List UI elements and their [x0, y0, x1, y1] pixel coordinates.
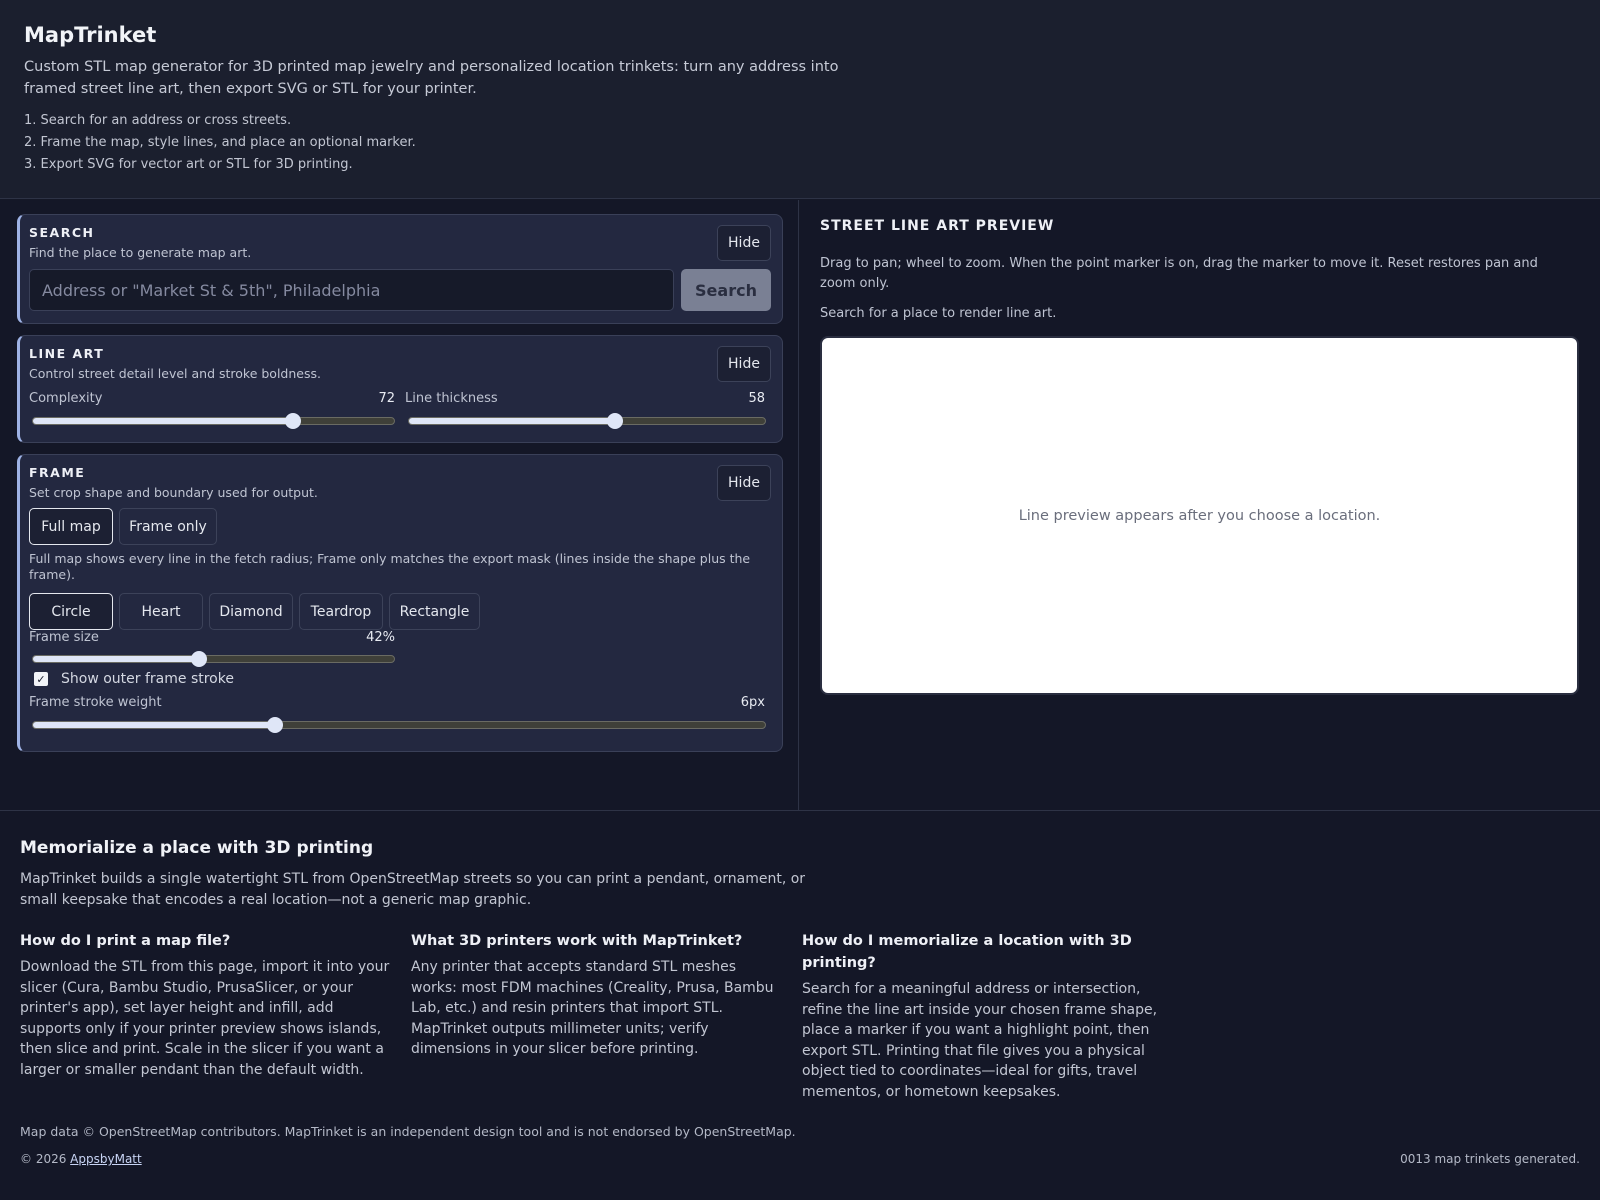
- mode-frame-only-button[interactable]: Frame only: [119, 508, 217, 545]
- complexity-slider[interactable]: [32, 413, 395, 429]
- preview-help-text: Drag to pan; wheel to zoom. When the poi…: [820, 256, 1538, 291]
- faq-answer: Search for a meaningful address or inter…: [802, 981, 1158, 1100]
- info-lead: MapTrinket builds a single watertight ST…: [20, 871, 806, 908]
- shape-heart-button[interactable]: Heart: [119, 593, 203, 630]
- faq-item: How do I memorialize a location with 3D …: [802, 930, 1162, 1102]
- search-card-subtitle: Find the place to generate map art.: [29, 245, 252, 260]
- line-art-hide-button[interactable]: Hide: [717, 346, 771, 382]
- trinket-counter: 0013 map trinkets generated.: [1400, 1152, 1580, 1166]
- preview-canvas[interactable]: Line preview appears after you choose a …: [820, 336, 1579, 695]
- search-button[interactable]: Search: [681, 269, 771, 311]
- line-art-card-subtitle: Control street detail level and stroke b…: [29, 366, 321, 381]
- complexity-label: Complexity: [29, 391, 103, 406]
- stroke-weight-label: Frame stroke weight: [29, 695, 162, 710]
- search-card-title: SEARCH: [29, 225, 95, 240]
- step-item: 3. Export SVG for vector art or STL for …: [24, 157, 353, 172]
- faq-question: What 3D printers work with MapTrinket?: [411, 933, 743, 949]
- faq-question: How do I memorialize a location with 3D …: [802, 933, 1132, 971]
- complexity-slider-fill: [33, 418, 293, 424]
- step-item: 2. Frame the map, style lines, and place…: [24, 135, 416, 150]
- outer-stroke-label: Show outer frame stroke: [61, 671, 234, 687]
- faq-item: How do I print a map file? Download the …: [20, 930, 390, 1080]
- search-card: SEARCH Find the place to generate map ar…: [17, 214, 783, 324]
- stroke-weight-slider-fill: [33, 722, 275, 728]
- app-tagline: Custom STL map generator for 3D printed …: [24, 59, 839, 97]
- frame-size-slider-fill: [33, 656, 200, 662]
- map-attribution: Map data © OpenStreetMap contributors. M…: [20, 1124, 796, 1139]
- faq-item: What 3D printers work with MapTrinket? A…: [411, 930, 781, 1060]
- outer-stroke-checkbox[interactable]: ✓: [34, 672, 48, 686]
- complexity-slider-thumb[interactable]: [284, 413, 301, 429]
- controls-column: SEARCH Find the place to generate map ar…: [0, 200, 799, 810]
- frame-card: FRAME Set crop shape and boundary used f…: [17, 454, 783, 752]
- preview-placeholder: Line preview appears after you choose a …: [1018, 507, 1381, 524]
- copyright-prefix: © 2026: [20, 1152, 71, 1166]
- line-thickness-slider-fill: [409, 418, 616, 424]
- stroke-weight-slider-thumb[interactable]: [266, 717, 283, 733]
- outer-stroke-row[interactable]: ✓ Show outer frame stroke: [29, 671, 234, 687]
- stroke-weight-slider[interactable]: [32, 717, 766, 733]
- steps-list: 1. Search for an address or cross street…: [24, 110, 1576, 176]
- complexity-value: 72: [378, 391, 395, 406]
- preview-status: Search for a place to render line art.: [820, 306, 1057, 321]
- info-title: Memorialize a place with 3D printing: [20, 838, 374, 858]
- line-thickness-label: Line thickness: [405, 391, 498, 406]
- frame-size-slider[interactable]: [32, 651, 395, 667]
- info-section: Memorialize a place with 3D printing Map…: [0, 810, 1600, 1200]
- mode-full-map-button[interactable]: Full map: [29, 508, 113, 545]
- frame-hide-button[interactable]: Hide: [717, 465, 771, 501]
- line-art-card: LINE ART Control street detail level and…: [17, 335, 783, 443]
- frame-size-slider-thumb[interactable]: [191, 651, 208, 667]
- shape-diamond-button[interactable]: Diamond: [209, 593, 293, 630]
- author-link[interactable]: AppsbyMatt: [70, 1152, 142, 1166]
- app-title: MapTrinket: [24, 23, 157, 47]
- app-header: MapTrinket Custom STL map generator for …: [0, 0, 1600, 199]
- search-input[interactable]: [29, 269, 674, 311]
- stroke-weight-value: 6px: [740, 695, 765, 710]
- frame-size-value: 42%: [366, 630, 395, 645]
- search-hide-button[interactable]: Hide: [717, 225, 771, 261]
- step-item: 1. Search for an address or cross street…: [24, 113, 292, 128]
- shape-rectangle-button[interactable]: Rectangle: [389, 593, 480, 630]
- copyright: © 2026 AppsbyMatt: [20, 1152, 142, 1166]
- faq-question: How do I print a map file?: [20, 933, 231, 949]
- frame-mode-note: Full map shows every line in the fetch r…: [29, 551, 751, 582]
- shape-teardrop-button[interactable]: Teardrop: [299, 593, 383, 630]
- faq-answer: Any printer that accepts standard STL me…: [411, 959, 774, 1057]
- frame-card-title: FRAME: [29, 465, 86, 480]
- preview-title: STREET LINE ART PREVIEW: [820, 218, 1055, 234]
- line-thickness-slider[interactable]: [408, 413, 766, 429]
- faq-answer: Download the STL from this page, import …: [20, 959, 390, 1078]
- line-thickness-slider-thumb[interactable]: [607, 413, 624, 429]
- frame-size-label: Frame size: [29, 630, 99, 645]
- shape-circle-button[interactable]: Circle: [29, 593, 113, 630]
- line-art-card-title: LINE ART: [29, 346, 105, 361]
- preview-column: STREET LINE ART PREVIEW Drag to pan; whe…: [800, 200, 1600, 810]
- line-thickness-value: 58: [748, 391, 765, 406]
- frame-card-subtitle: Set crop shape and boundary used for out…: [29, 485, 318, 500]
